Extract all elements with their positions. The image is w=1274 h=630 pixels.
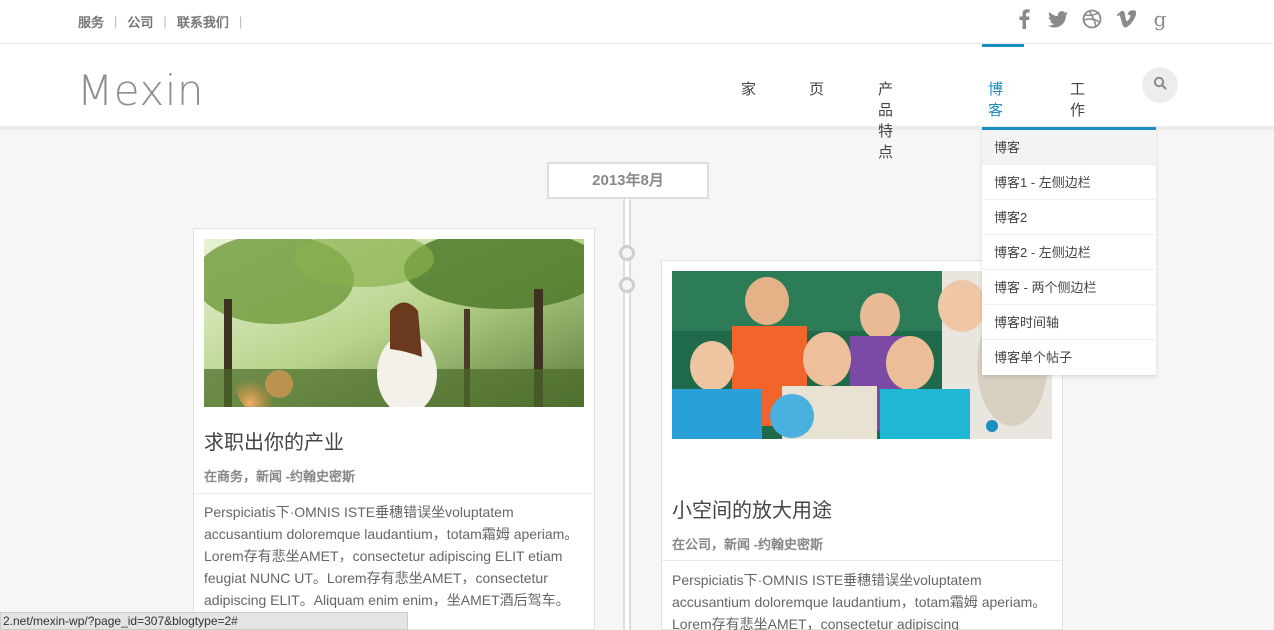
social-links: g	[1014, 7, 1170, 31]
google-icon[interactable]: g	[1150, 7, 1170, 31]
facebook-icon[interactable]	[1014, 8, 1034, 30]
divider: |	[114, 14, 118, 29]
twitter-icon[interactable]	[1048, 8, 1068, 30]
dropdown-item-blog[interactable]: 博客	[982, 130, 1156, 165]
site-logo[interactable]: Mexin	[77, 66, 204, 115]
divider	[194, 493, 594, 494]
timeline-line	[623, 199, 631, 630]
top-links: 服务 | 公司 | 联系我们 |	[78, 12, 252, 31]
post-title[interactable]: 小空间的放大用途	[672, 494, 832, 523]
timeline-dot	[619, 245, 635, 261]
blog-dropdown-menu: 博客 博客1 - 左侧边栏 博客2 博客2 - 左侧边栏 博客 - 两个侧边栏 …	[982, 127, 1156, 375]
dropdown-item-blog1-left-sidebar[interactable]: 博客1 - 左侧边栏	[982, 165, 1156, 200]
dropdown-item-blog-single-post[interactable]: 博客单个帖子	[982, 340, 1156, 375]
post-meta: 在商务，新闻 -约翰史密斯	[204, 469, 355, 484]
divider: |	[238, 14, 243, 29]
top-link-company[interactable]: 公司	[127, 12, 153, 31]
search-icon	[1153, 76, 1167, 95]
vimeo-icon[interactable]	[1116, 8, 1136, 30]
divider: |	[163, 14, 167, 29]
post-image-woman-phone[interactable]	[204, 239, 584, 407]
blog-post-card: 求职出你的产业 在商务，新闻 -约翰史密斯 Perspiciatis下·OMNI…	[193, 228, 595, 630]
dropdown-item-blog-two-sidebars[interactable]: 博客 - 两个侧边栏	[982, 270, 1156, 305]
dropdown-item-blog-timeline[interactable]: 博客时间轴	[982, 305, 1156, 340]
top-link-contact[interactable]: 联系我们	[177, 12, 229, 31]
timeline-dot	[619, 277, 635, 293]
nav-item-pages[interactable]: 页	[809, 78, 824, 99]
post-title[interactable]: 求职出你的产业	[204, 426, 344, 455]
nav-item-blog[interactable]: 博客	[988, 78, 1003, 120]
post-excerpt: Perspiciatis下·OMNIS ISTE垂穗错误坐voluptatem …	[204, 504, 579, 630]
dropdown-item-blog2-left-sidebar[interactable]: 博客2 - 左侧边栏	[982, 235, 1156, 270]
dropdown-item-blog2[interactable]: 博客2	[982, 200, 1156, 235]
post-meta: 在公司，新闻 -约翰史密斯	[672, 537, 823, 552]
nav-item-work[interactable]: 工作	[1070, 78, 1085, 120]
site-header: Mexin 家 页 产品特点 博客 工作	[0, 44, 1274, 161]
browser-status-url: 2.net/mexin-wp/?page_id=307&blogtype=2#	[0, 612, 408, 630]
active-nav-indicator	[982, 44, 1024, 47]
nav-item-home[interactable]: 家	[741, 78, 756, 99]
timeline-date: 2013年8月	[547, 162, 709, 199]
dribbble-icon[interactable]	[1082, 8, 1102, 30]
divider	[662, 560, 1062, 561]
search-button[interactable]	[1142, 67, 1178, 103]
top-bar: 服务 | 公司 | 联系我们 | g	[0, 0, 1274, 44]
nav-item-features[interactable]: 产品特点	[878, 78, 893, 162]
post-excerpt: Perspiciatis下·OMNIS ISTE垂穗错误坐voluptatem …	[672, 572, 1047, 630]
top-link-services[interactable]: 服务	[78, 12, 104, 31]
